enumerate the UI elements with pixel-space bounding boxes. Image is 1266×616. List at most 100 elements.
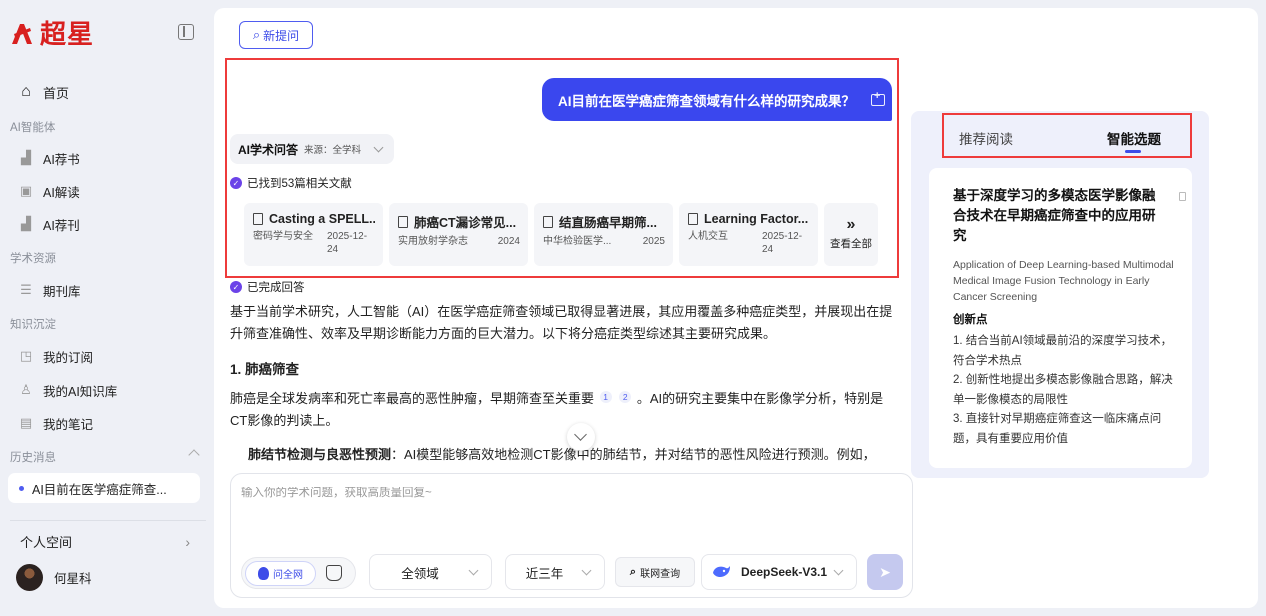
bar-chart-icon: ▟ bbox=[21, 150, 31, 165]
chevron-up-icon[interactable] bbox=[188, 449, 200, 461]
search-icon: ⌕ bbox=[629, 565, 637, 578]
ai-source-selector[interactable]: AI学术问答 来源：全学科 bbox=[230, 134, 394, 164]
sidebar-item-label: AI荐刊 bbox=[43, 218, 80, 233]
reference-journal: 密码学与安全 bbox=[253, 231, 313, 242]
scroll-down-button[interactable] bbox=[567, 423, 595, 451]
right-panel: 推荐阅读 智能选题 基于深度学习的多模态医学影像融合技术在早期癌症筛查中的应用研… bbox=[911, 111, 1209, 478]
answer-done-status: ✓ 已完成回答 bbox=[230, 279, 305, 295]
home-icon: ⌂ bbox=[21, 83, 31, 100]
chevron-down-icon bbox=[373, 142, 384, 152]
web-search-button[interactable]: ⌕ 联网查询 bbox=[615, 557, 695, 587]
sidebar-item-home[interactable]: ⌂ 首页 bbox=[18, 81, 69, 103]
person-icon: ♙ bbox=[20, 382, 32, 397]
reference-card[interactable]: Casting a SPELL... 密码学与安全 2025-12-24 bbox=[244, 203, 383, 266]
sidebar-item-label: AI解读 bbox=[43, 185, 80, 200]
mode-web-button[interactable]: 问全网 bbox=[245, 561, 316, 586]
library-mode-icon[interactable] bbox=[326, 565, 342, 581]
new-chat-icon: ⌕ bbox=[252, 27, 261, 42]
question-input[interactable] bbox=[241, 487, 841, 499]
sidebar-item-label: 我的笔记 bbox=[43, 417, 94, 432]
sidebar-item-journal-db[interactable]: ☰ 期刊库 bbox=[18, 279, 81, 301]
copy-icon[interactable] bbox=[871, 90, 885, 106]
collapse-sidebar-icon[interactable] bbox=[178, 24, 194, 40]
user-profile[interactable]: 何星科 bbox=[16, 564, 92, 591]
citation-badge[interactable]: 2 bbox=[619, 391, 632, 403]
model-select[interactable]: DeepSeek-V3.1 bbox=[701, 554, 857, 590]
send-button[interactable]: ➤ bbox=[867, 554, 903, 590]
history-item[interactable]: AI目前在医学癌症筛查... bbox=[8, 473, 200, 503]
reference-title: Learning Factor... bbox=[704, 212, 809, 226]
logo-icon bbox=[12, 23, 32, 44]
section-history: 历史消息 bbox=[10, 452, 56, 464]
user-question-text: AI目前在医学癌症筛查领域有什么样的研究成果？ bbox=[558, 93, 855, 109]
sidebar-item-label: 期刊库 bbox=[43, 284, 81, 299]
sidebar-item-notes[interactable]: ▤ 我的笔记 bbox=[18, 412, 93, 434]
tab-active-indicator bbox=[1125, 150, 1141, 153]
reference-journal: 中华检验医学... bbox=[543, 236, 612, 247]
domain-select-value: 全领域 bbox=[401, 566, 439, 581]
sidebar-item-subscriptions[interactable]: ◳ 我的订阅 bbox=[18, 345, 93, 367]
reference-list: Casting a SPELL... 密码学与安全 2025-12-24 肺癌CT… bbox=[244, 203, 878, 266]
document-icon bbox=[688, 213, 698, 225]
ai-tag-source: 来源：全学科 bbox=[304, 145, 362, 156]
image-icon: ▣ bbox=[19, 183, 33, 198]
reference-card[interactable]: 肺癌CT漏诊常见... 实用放射学杂志 2024 bbox=[389, 203, 528, 266]
note-icon: ▤ bbox=[19, 415, 33, 430]
reference-title: 结直肠癌早期筛... bbox=[559, 216, 657, 230]
domain-select[interactable]: 全领域 bbox=[369, 554, 492, 590]
tab-smart-topic[interactable]: 智能选题 bbox=[1107, 128, 1161, 148]
reference-date: 2025 bbox=[642, 236, 665, 247]
sidebar-item-label: AI荐书 bbox=[43, 152, 80, 167]
new-question-label: 新提问 bbox=[263, 28, 300, 43]
reference-card[interactable]: 结直肠癌早期筛... 中华检验医学... 2025 bbox=[534, 203, 673, 266]
answer-heading: 1. 肺癌筛查 bbox=[230, 362, 300, 377]
question-input-box: 问全网 全领域 近三年 ⌕ 联网查询 DeepSeek-V3.1 ➤ bbox=[230, 473, 913, 598]
section-ai-tools: AI智能体 bbox=[10, 122, 56, 134]
document-icon bbox=[398, 215, 408, 228]
chevron-right-icon: › bbox=[185, 533, 190, 550]
subscribe-icon: ◳ bbox=[19, 348, 33, 363]
bullet-bold: 肺结节检测与良恶性预测 bbox=[248, 447, 392, 462]
innovation-heading: 创新点 bbox=[953, 314, 988, 326]
chevron-down-icon bbox=[581, 565, 592, 575]
check-icon: ✓ bbox=[230, 281, 242, 293]
see-all-button[interactable]: » 查看全部 bbox=[824, 203, 878, 266]
database-icon: ☰ bbox=[20, 282, 32, 297]
citation-badge[interactable]: 1 bbox=[599, 391, 612, 403]
chat-main: ⌕ 新提问 AI目前在医学癌症筛查领域有什么样的研究成果？ AI学术问答 来源：… bbox=[214, 8, 1258, 608]
section-knowledge: 知识沉淀 bbox=[10, 319, 56, 331]
answer-paragraph: 基于当前学术研究，人工智能（AI）在医学癌症筛查领域已取得显著进展，其应用覆盖多… bbox=[230, 304, 893, 341]
new-question-button[interactable]: ⌕ 新提问 bbox=[239, 21, 313, 49]
innovation-item: 1. 结合当前AI领域最前沿的深度学习技术，符合学术热点 bbox=[953, 335, 1173, 367]
reference-date: 2025-12-24 bbox=[762, 231, 803, 255]
reference-card[interactable]: Learning Factor... 人机交互 2025-12-24 bbox=[679, 203, 818, 266]
double-chevron-right-icon: » bbox=[846, 216, 856, 233]
bar-chart-icon: ▟ bbox=[21, 216, 31, 231]
logo[interactable]: 超星 bbox=[10, 14, 94, 51]
found-refs-status: ✓ 已找到53篇相关文献 bbox=[230, 175, 352, 191]
sidebar-item-ai-book[interactable]: ▟ AI荐书 bbox=[18, 147, 80, 169]
model-select-value: DeepSeek-V3.1 bbox=[741, 565, 828, 579]
answer-paragraph: 肺癌是全球发病率和死亡率最高的恶性肿瘤，早期筛查至关重要 1 2 。AI的研究主… bbox=[230, 388, 900, 432]
sidebar-item-ai-journal[interactable]: ▟ AI荐刊 bbox=[18, 213, 80, 235]
tab-recommended-reading[interactable]: 推荐阅读 bbox=[959, 128, 1013, 148]
topic-card[interactable]: 基于深度学习的多模态医学影像融合技术在早期癌症筛查中的应用研究 Applicat… bbox=[929, 168, 1192, 468]
chevron-down-icon bbox=[833, 565, 844, 575]
copy-icon[interactable] bbox=[1179, 192, 1186, 201]
mode-web-label: 问全网 bbox=[273, 570, 303, 581]
answer-done-text: 已完成回答 bbox=[247, 282, 305, 294]
period-select[interactable]: 近三年 bbox=[505, 554, 605, 590]
sidebar-item-label: 我的AI知识库 bbox=[43, 384, 118, 399]
search-mode-toggle: 问全网 bbox=[241, 557, 356, 589]
user-question-bubble: AI目前在医学癌症筛查领域有什么样的研究成果？ bbox=[542, 78, 892, 121]
divider bbox=[10, 520, 206, 521]
logo-text: 超星 bbox=[40, 20, 95, 50]
history-item-label: AI目前在医学癌症筛查... bbox=[32, 482, 167, 497]
personal-space[interactable]: 个人空间 › bbox=[20, 532, 190, 551]
check-icon: ✓ bbox=[230, 177, 242, 189]
sidebar-item-ai-kb[interactable]: ♙ 我的AI知识库 bbox=[18, 379, 117, 401]
sidebar-item-ai-read[interactable]: ▣ AI解读 bbox=[18, 180, 80, 202]
document-icon bbox=[253, 213, 263, 225]
topic-title-en: Application of Deep Learning-based Multi… bbox=[953, 259, 1174, 303]
sidebar: 超星 ⌂ 首页 AI智能体 ▟ AI荐书 ▣ AI解读 ▟ AI荐刊 学术资源 … bbox=[0, 0, 212, 616]
